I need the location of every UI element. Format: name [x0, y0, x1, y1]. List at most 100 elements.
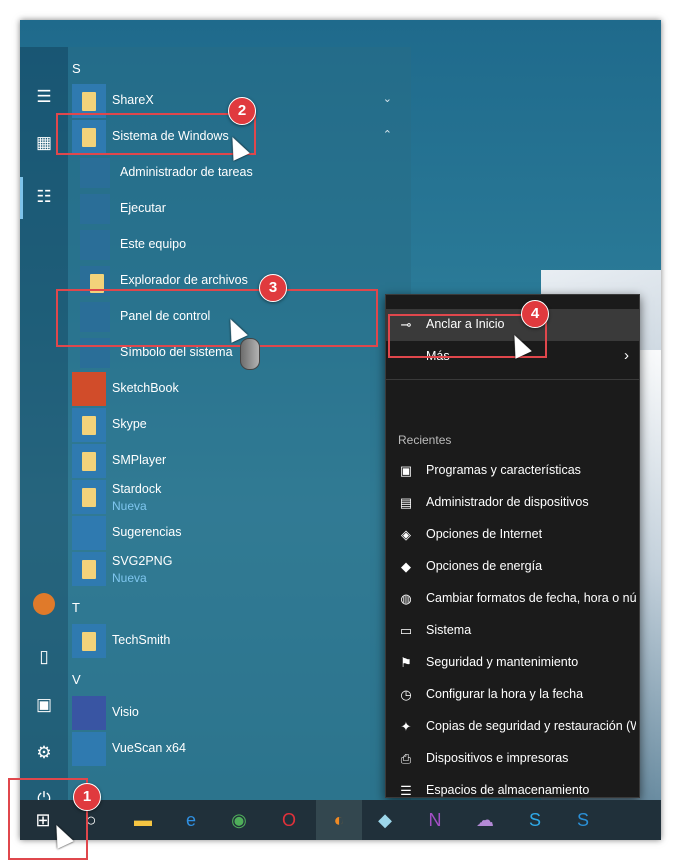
cloud-icon[interactable]: ☁	[462, 800, 508, 840]
app-label: Administrador de tareas	[120, 165, 253, 179]
chrome-icon[interactable]: ◉	[216, 800, 262, 840]
backup-icon: ✦	[400, 719, 412, 734]
recent-item[interactable]: ◈ Opciones de Internet	[386, 519, 639, 551]
recent-item[interactable]: ▤ Administrador de dispositivos	[386, 487, 639, 519]
skype-icon[interactable]: S	[512, 800, 558, 840]
storage-icon: ☰	[400, 783, 412, 798]
step-badge-1: 1	[73, 783, 101, 811]
new-badge: Nueva	[112, 571, 147, 585]
app-ejecutar[interactable]: Ejecutar	[80, 192, 380, 226]
chevron-up-icon: ⌃	[382, 129, 392, 141]
user-avatar-icon[interactable]	[33, 593, 55, 615]
app-label: Este equipo	[120, 237, 187, 251]
folder-icon	[72, 480, 106, 514]
app-label: Explorador de archivos	[120, 273, 248, 287]
menu-item-label: Opciones de Internet	[426, 527, 543, 541]
power-options-icon: ◆	[401, 559, 411, 574]
rail-selection-accent	[20, 177, 23, 219]
app-label: Skype	[112, 417, 147, 431]
app-label: Visio	[112, 705, 139, 719]
settings-icon[interactable]: ⚙	[32, 741, 56, 765]
app-label: TechSmith	[112, 633, 171, 647]
internet-options-icon: ◈	[401, 527, 411, 542]
app-administrador-tareas[interactable]: Administrador de tareas	[80, 156, 380, 190]
recent-item[interactable]: ⎙ Dispositivos e impresoras	[386, 743, 639, 775]
step-badge-2: 2	[228, 97, 256, 125]
group-letter-s[interactable]: S	[72, 61, 81, 76]
app-label: Símbolo del sistema	[120, 345, 233, 359]
app-techsmith[interactable]: TechSmith	[72, 624, 392, 658]
computer-icon	[80, 230, 110, 260]
app-skype[interactable]: Skype	[72, 408, 392, 442]
menu-item-label: Copias de seguridad y restauración (Wi..…	[426, 719, 636, 733]
region-icon: ◍	[400, 591, 412, 606]
app-visio[interactable]: Visio	[72, 696, 392, 730]
run-icon	[80, 194, 110, 224]
app-stardock[interactable]: Stardock Nueva	[72, 480, 392, 514]
recent-item[interactable]: ▭ Sistema	[386, 615, 639, 647]
folder-icon	[72, 408, 106, 442]
onenote-icon[interactable]: N	[412, 800, 458, 840]
recent-item[interactable]: ◷ Configurar la hora y la fecha	[386, 679, 639, 711]
tiles-icon[interactable]: ▦	[32, 131, 56, 155]
group-letter-t[interactable]: T	[72, 600, 80, 615]
right-click-mouse-icon	[240, 338, 260, 370]
recent-item[interactable]: ☰ Espacios de almacenamiento	[386, 775, 639, 798]
firefox-icon[interactable]: ◐	[316, 800, 362, 840]
recent-item[interactable]: ✦ Copias de seguridad y restauración (Wi.…	[386, 711, 639, 743]
folder-icon	[72, 624, 106, 658]
chevron-down-icon: ⌄	[382, 93, 392, 105]
app-label: Stardock	[112, 482, 162, 496]
app-sugerencias[interactable]: Sugerencias	[72, 516, 392, 550]
snagit-icon[interactable]: S	[560, 800, 606, 840]
step-badge-4: 4	[521, 300, 549, 328]
menu-item-label: Espacios de almacenamiento	[426, 783, 590, 797]
document-icon[interactable]: ▯	[32, 645, 56, 669]
app-label: VueScan x64	[112, 741, 186, 755]
divider	[386, 379, 639, 380]
app-svg2png[interactable]: SVG2PNG Nueva	[72, 552, 392, 586]
opera-icon[interactable]: O	[266, 800, 312, 840]
context-menu: ⊸ Anclar a Inicio Más › Recientes ▣ Progr…	[385, 294, 640, 798]
pictures-icon[interactable]: ▣	[32, 693, 56, 717]
winscp-icon[interactable]: ◆	[362, 800, 408, 840]
group-letter-v[interactable]: V	[72, 672, 81, 687]
sketchbook-icon	[72, 372, 106, 406]
menu-item-label: Seguridad y mantenimiento	[426, 655, 579, 669]
system-icon: ▭	[399, 623, 413, 638]
list-icon[interactable]: ☷	[32, 185, 56, 209]
menu-item-label: Cambiar formatos de fecha, hora o nú...	[426, 591, 636, 605]
app-sketchbook[interactable]: SketchBook	[72, 372, 392, 406]
app-este-equipo[interactable]: Este equipo	[80, 228, 380, 262]
programs-icon: ▣	[399, 463, 413, 478]
app-label: SMPlayer	[112, 453, 167, 467]
app-vuescan[interactable]: VueScan x64	[72, 732, 392, 766]
printer-icon: ⎙	[400, 751, 412, 766]
menu-item-label: Sistema	[426, 623, 472, 637]
highlight-sistema-windows	[56, 113, 256, 155]
recent-item[interactable]: ◍ Cambiar formatos de fecha, hora o nú...	[386, 583, 639, 615]
recent-item[interactable]: ◆ Opciones de energía	[386, 551, 639, 583]
taskbar: ⊞ ○ ▬ e ◉ O ◐ ◆ N ☁ S S	[20, 800, 661, 840]
hamburger-icon[interactable]: ☰	[32, 85, 56, 109]
lightbulb-icon	[72, 516, 106, 550]
app-label: SketchBook	[112, 381, 179, 395]
device-manager-icon: ▤	[399, 495, 413, 510]
security-flag-icon: ⚑	[400, 655, 412, 670]
file-explorer-icon[interactable]: ▬	[120, 800, 166, 840]
menu-item-label: Programas y características	[426, 463, 581, 477]
edge-icon[interactable]: e	[168, 800, 214, 840]
menu-item-label: Dispositivos e impresoras	[426, 751, 569, 765]
menu-item-label: Opciones de energía	[426, 559, 543, 573]
start-rail: ☰ ▦ ☷ ▯ ▣ ⚙ ⏻	[20, 47, 68, 808]
app-smplayer[interactable]: SMPlayer	[72, 444, 392, 478]
recent-item[interactable]: ▣ Programas y características	[386, 455, 639, 487]
app-label: Ejecutar	[120, 201, 166, 215]
app-label: Sugerencias	[112, 525, 182, 539]
new-badge: Nueva	[112, 499, 147, 513]
folder-icon	[72, 444, 106, 478]
menu-item-label: Administrador de dispositivos	[426, 495, 589, 509]
highlight-panel-control	[56, 289, 378, 347]
recent-item[interactable]: ⚑ Seguridad y mantenimiento	[386, 647, 639, 679]
menu-item-label: Configurar la hora y la fecha	[426, 687, 584, 701]
